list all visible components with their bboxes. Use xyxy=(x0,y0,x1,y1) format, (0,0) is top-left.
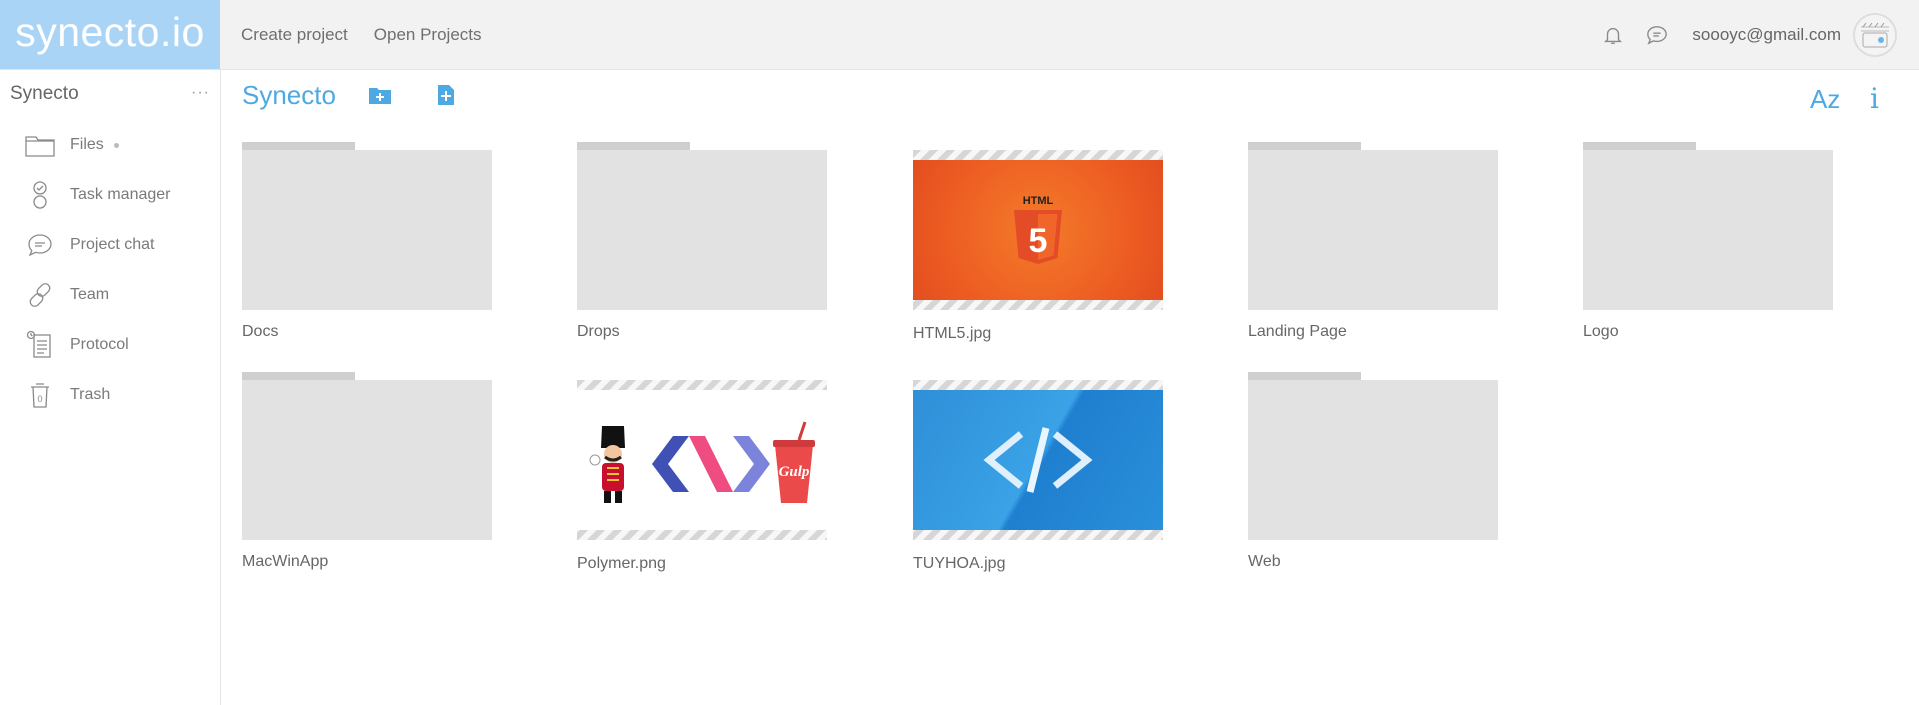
folder-tile-landing-page[interactable]: Landing Page xyxy=(1248,142,1500,340)
sidebar-item-protocol[interactable]: Protocol xyxy=(0,325,219,365)
sidebar-item-project-chat[interactable]: Project chat xyxy=(0,225,219,265)
file-name: Web xyxy=(1248,553,1281,570)
top-bar: synecto.io Create project Open Projects … xyxy=(0,0,1919,70)
chat-icon xyxy=(20,229,60,261)
sidebar: Synecto ··· Files Task manager Project c… xyxy=(0,70,221,705)
trash-count: 0 xyxy=(37,394,42,404)
folder-tile-docs[interactable]: Docs xyxy=(242,142,494,340)
create-project-link[interactable]: Create project xyxy=(241,25,348,45)
sidebar-item-team[interactable]: Team xyxy=(0,275,219,315)
folder-tile-macwinapp[interactable]: MacWinApp xyxy=(242,372,494,570)
folder-tile-web[interactable]: Web xyxy=(1248,372,1500,570)
file-name: HTML5.jpg xyxy=(913,325,992,342)
code-brackets-icon xyxy=(983,427,1093,493)
breadcrumb[interactable]: Synecto xyxy=(242,80,336,111)
sidebar-item-label: Files xyxy=(70,136,104,153)
document-icon xyxy=(20,329,60,361)
file-name: Logo xyxy=(1583,323,1619,340)
folder-thumbnail xyxy=(577,142,827,310)
sidebar-item-label: Team xyxy=(70,286,110,303)
link-icon xyxy=(20,279,60,311)
user-area: soooyc@gmail.com xyxy=(1600,0,1897,69)
file-name: TUYHOA.jpg xyxy=(913,555,1006,572)
image-thumbnail xyxy=(913,380,1163,540)
file-name: MacWinApp xyxy=(242,553,329,570)
gulp-text: Gulp xyxy=(779,464,810,480)
user-email[interactable]: soooyc@gmail.com xyxy=(1692,25,1841,45)
open-projects-link[interactable]: Open Projects xyxy=(374,25,482,45)
file-name: Landing Page xyxy=(1248,323,1347,340)
bell-icon[interactable] xyxy=(1600,22,1626,48)
html5-number: 5 xyxy=(1029,222,1048,260)
image-tile-tuyhoa[interactable]: TUYHOA.jpg xyxy=(913,380,1165,572)
app-logo[interactable]: synecto.io xyxy=(0,0,220,69)
sort-az-button[interactable]: Az xyxy=(1810,84,1840,115)
sidebar-item-label: Trash xyxy=(70,386,111,403)
new-folder-button[interactable] xyxy=(367,82,393,108)
info-button[interactable]: i xyxy=(1870,82,1879,115)
sidebar-item-task-manager[interactable]: Task manager xyxy=(0,175,219,215)
sidebar-item-label: Task manager xyxy=(70,186,171,203)
new-file-button[interactable] xyxy=(433,82,459,108)
sidebar-item-trash[interactable]: 0 Trash xyxy=(0,375,219,415)
folder-thumbnail xyxy=(1248,372,1498,540)
folder-plus-icon xyxy=(369,88,391,104)
image-tile-polymer[interactable]: Gulp Polymer.png xyxy=(577,380,829,572)
task-icon xyxy=(20,179,60,211)
avatar[interactable] xyxy=(1853,12,1897,57)
messages-icon[interactable] xyxy=(1644,22,1670,48)
image-thumbnail: HTML 5 xyxy=(913,150,1163,310)
html-badge-text: HTML xyxy=(1023,195,1054,207)
folder-thumbnail xyxy=(242,372,492,540)
file-name: Polymer.png xyxy=(577,555,666,572)
file-name: Drops xyxy=(577,323,620,340)
folder-tile-drops[interactable]: Drops xyxy=(577,142,829,340)
polymer-logos: Gulp xyxy=(589,421,815,503)
sidebar-item-label: Protocol xyxy=(70,336,129,353)
project-menu-button[interactable]: ··· xyxy=(191,84,210,102)
folder-thumbnail xyxy=(1248,142,1498,310)
file-plus-icon xyxy=(438,85,454,105)
html5-logo: HTML 5 xyxy=(1014,195,1062,264)
folder-thumbnail xyxy=(242,142,492,310)
top-nav: Create project Open Projects xyxy=(241,0,482,69)
folder-tile-logo[interactable]: Logo xyxy=(1583,142,1835,340)
image-thumbnail: Gulp xyxy=(577,380,827,540)
guard-hat-icon xyxy=(601,426,625,448)
folder-icon xyxy=(20,129,60,161)
project-name: Synecto xyxy=(10,83,79,104)
sidebar-item-files[interactable]: Files xyxy=(0,125,219,165)
image-tile-html5[interactable]: HTML 5 HTML5.jpg xyxy=(913,150,1165,342)
trash-icon: 0 xyxy=(20,379,60,411)
file-name: Docs xyxy=(242,323,279,340)
sidebar-item-label: Project chat xyxy=(70,236,155,253)
folder-thumbnail xyxy=(1583,142,1833,310)
unread-dot xyxy=(113,142,119,148)
